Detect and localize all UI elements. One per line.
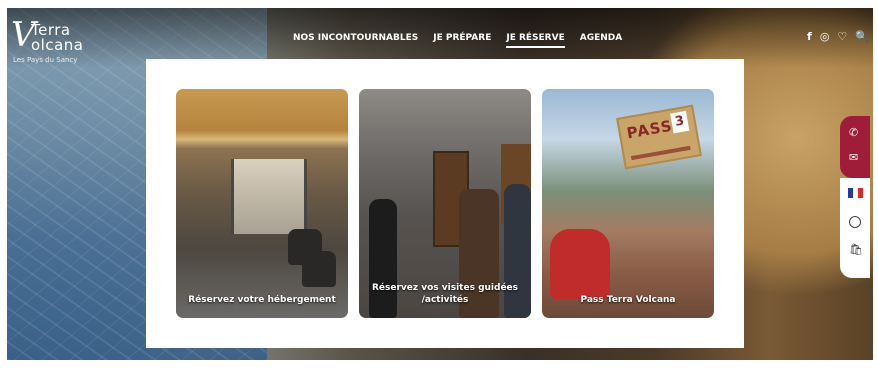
card-title: Pass Terra Volcana — [580, 295, 676, 305]
pass-tag-text: PASS — [625, 116, 674, 143]
nav-je-prepare[interactable]: JE PRÉPARE — [433, 33, 491, 48]
utility-buttons: 🛍 — [840, 178, 870, 278]
lobby-chair — [302, 251, 336, 287]
card-title: Réservez votre hébergement — [188, 295, 336, 305]
reservation-panel: Réservez votre hébergement Réservez vos … — [146, 59, 744, 348]
instagram-icon[interactable]: ◎ — [820, 30, 830, 43]
pass-tag-line — [630, 145, 691, 161]
french-flag-icon[interactable] — [848, 188, 863, 198]
nav-nos-incontournables[interactable]: NOS INCONTOURNABLES — [293, 33, 418, 48]
sun-icon[interactable] — [849, 216, 861, 228]
logo-subtitle: Les Pays du Sancy — [13, 56, 78, 64]
side-toolbar: ✆ ✉ 🛍 — [840, 116, 870, 278]
nav-je-reserve[interactable]: JE RÉSERVE — [506, 33, 565, 48]
card-pass[interactable]: PASS 3 Pass Terra Volcana — [542, 89, 714, 318]
lobby-glass-door — [231, 159, 307, 234]
hero-background: V Terra olcana Les Pays du Sancy NOS INC… — [7, 8, 873, 360]
social-links: f ◎ ♡ 🔍 — [807, 30, 869, 43]
facebook-icon[interactable]: f — [807, 30, 812, 43]
heart-icon[interactable]: ♡ — [837, 30, 847, 43]
nav-agenda[interactable]: AGENDA — [580, 33, 622, 48]
main-nav: NOS INCONTOURNABLES JE PRÉPARE JE RÉSERV… — [293, 33, 622, 48]
shopping-bag-icon[interactable]: 🛍 — [849, 243, 863, 256]
pass-tag-number: 3 — [670, 110, 690, 134]
logo-line2: olcana — [31, 36, 84, 54]
pass-tag: PASS 3 — [616, 104, 702, 170]
mail-icon[interactable]: ✉ — [849, 151, 858, 164]
card-hebergement[interactable]: Réservez votre hébergement — [176, 89, 348, 318]
phone-icon[interactable]: ✆ — [849, 126, 858, 139]
contact-buttons: ✆ ✉ — [840, 116, 870, 178]
woman-in-red — [550, 229, 610, 299]
card-title: Réservez vos visites guidées /activités — [371, 283, 519, 305]
card-visites[interactable]: Réservez vos visites guidées /activités — [359, 89, 531, 318]
search-icon[interactable]: 🔍 — [855, 30, 869, 43]
